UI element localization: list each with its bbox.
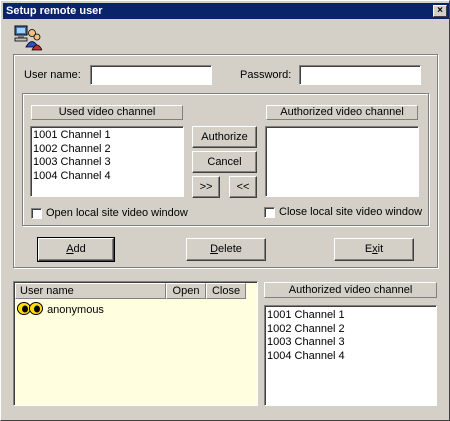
authorized-channel-list-bottom[interactable]: 1001 Channel 1 1002 Channel 2 1003 Chann… <box>264 305 437 406</box>
exit-label-rest: it <box>377 243 384 255</box>
authorize-button[interactable]: Authorize <box>192 126 257 148</box>
authorized-channel-header-top: Authorized video channel <box>266 105 418 120</box>
column-header-username[interactable]: User name <box>15 283 166 299</box>
add-accel: A <box>66 243 74 255</box>
title-bar: Setup remote user × <box>3 3 449 19</box>
list-item[interactable]: 1002 Channel 2 <box>31 143 183 157</box>
delete-label: elete <box>218 243 242 255</box>
close-local-label: Close local site video window <box>279 206 423 218</box>
close-local-checkbox[interactable] <box>264 207 275 218</box>
eyes-icon <box>17 302 43 318</box>
used-channel-list[interactable]: 1001 Channel 1 1002 Channel 2 1003 Chann… <box>30 126 184 197</box>
setup-remote-user-window: Setup remote user × User name: Password:… <box>0 0 450 421</box>
password-label: Password: <box>240 69 292 81</box>
add-button[interactable]: Add <box>37 237 115 262</box>
users-computer-icon <box>14 25 43 51</box>
authorized-channel-list-top[interactable] <box>265 126 419 197</box>
open-local-checkbox[interactable] <box>31 208 42 219</box>
list-item[interactable]: 1004 Channel 4 <box>31 170 183 184</box>
username-cell: anonymous <box>47 304 104 316</box>
list-item[interactable]: 1001 Channel 1 <box>265 309 436 323</box>
close-button[interactable]: × <box>433 5 447 17</box>
column-header-open[interactable]: Open <box>166 283 206 299</box>
exit-button[interactable]: Exit <box>334 238 414 261</box>
move-right-button[interactable]: >> <box>192 176 220 198</box>
authorized-channel-header-bottom: Authorized video channel <box>264 282 437 298</box>
window-title: Setup remote user <box>6 5 103 17</box>
password-field[interactable] <box>299 65 421 85</box>
list-item[interactable]: 1003 Channel 3 <box>265 336 436 350</box>
list-item[interactable]: 1001 Channel 1 <box>31 129 183 143</box>
username-label: User name: <box>24 69 81 81</box>
list-item[interactable]: 1003 Channel 3 <box>31 156 183 170</box>
add-label: dd <box>73 243 86 255</box>
list-item[interactable]: 1002 Channel 2 <box>265 323 436 337</box>
delete-button[interactable]: Delete <box>186 238 266 261</box>
cancel-button[interactable]: Cancel <box>192 151 257 173</box>
used-channel-header: Used video channel <box>31 105 183 120</box>
delete-accel: D <box>210 243 219 255</box>
open-local-label: Open local site video window <box>46 207 188 219</box>
table-row[interactable]: anonymous <box>17 302 104 316</box>
username-field[interactable] <box>90 65 212 85</box>
list-item[interactable]: 1004 Channel 4 <box>265 350 436 364</box>
move-left-button[interactable]: << <box>229 176 257 198</box>
column-header-close[interactable]: Close <box>206 283 246 299</box>
close-icon: × <box>437 5 443 16</box>
user-list[interactable]: User name Open Close anonymous <box>13 281 258 406</box>
